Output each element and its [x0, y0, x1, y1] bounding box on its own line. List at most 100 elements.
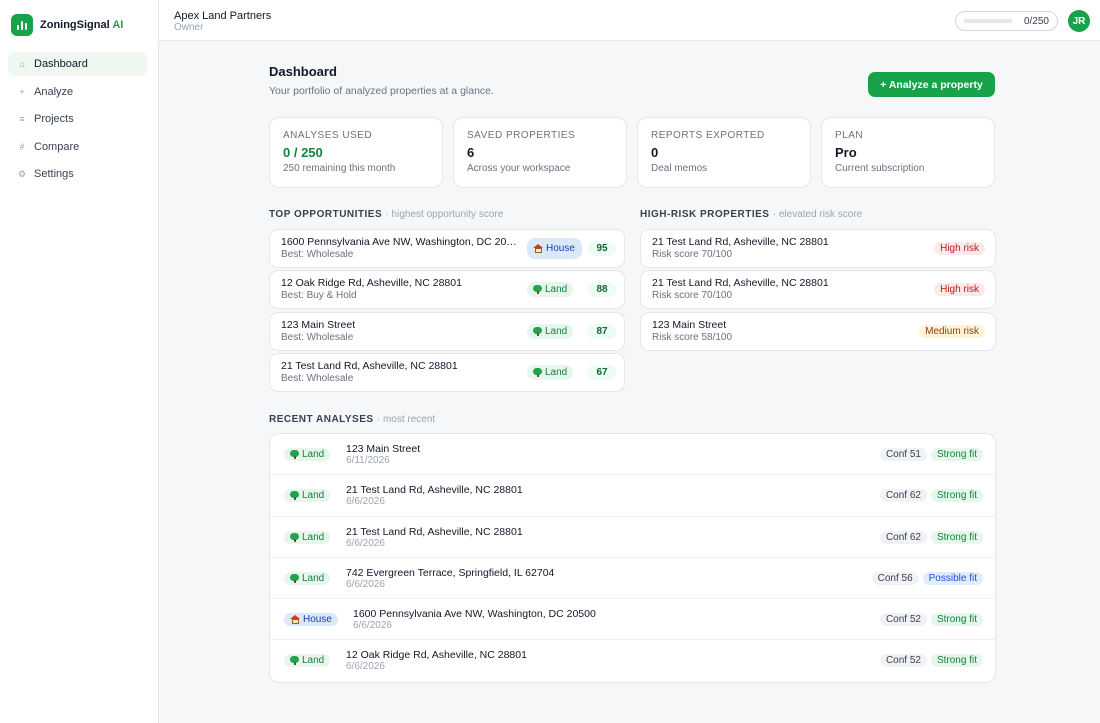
- property-type-label: Land: [302, 531, 325, 543]
- avatar[interactable]: JR: [1068, 10, 1090, 32]
- recent-tags: Conf 52 Strong fit: [879, 654, 983, 668]
- property-type-badge: House: [527, 238, 582, 259]
- home-icon: ⌂: [19, 59, 25, 69]
- high-risk-title: High-risk properties: [640, 209, 770, 220]
- analyze-property-button[interactable]: + Analyze a property: [868, 72, 995, 97]
- recent-date: 6/11/2026: [346, 455, 390, 466]
- top-opportunities-title: Top opportunities: [269, 209, 383, 220]
- risk-level-badge: High risk: [934, 283, 985, 297]
- opportunity-score: 67: [588, 364, 616, 380]
- sidebar-item-label: Dashboard: [34, 58, 88, 70]
- property-type-label: House: [303, 614, 332, 626]
- stat-label: Reports exported: [651, 130, 765, 141]
- recent-analysis-row[interactable]: Land 742 Evergreen Terrace, Springfield, …: [270, 558, 995, 600]
- recent-address: 12 Oak Ridge Rd, Asheville, NC 28801: [346, 649, 527, 662]
- opportunity-card[interactable]: 21 Test Land Rd, Asheville, NC 28801 Best…: [269, 352, 625, 392]
- confidence-badge: Conf 62: [879, 530, 927, 544]
- recent-analysis-row[interactable]: Land 123 Main Street 6/11/2026 Conf 51 Stron…: [270, 434, 995, 476]
- recent-address: 742 Evergreen Terrace, Springfield, IL 6…: [346, 566, 555, 579]
- property-type-badge: Land: [284, 571, 331, 585]
- risk-card[interactable]: 21 Test Land Rd, Asheville, NC 28801 Risk…: [640, 270, 996, 310]
- stat-card: Reports exported 0 Deal memos: [637, 117, 811, 188]
- sidebar-item-label: Projects: [34, 113, 74, 125]
- topbar: Apex Land Partners Owner 0/250 JR: [159, 0, 1100, 41]
- tree-icon: [290, 532, 299, 542]
- recent-analysis-row[interactable]: Land 21 Test Land Rd, Asheville, NC 28801…: [270, 517, 995, 558]
- opportunity-card[interactable]: 1600 Pennsylvania Ave NW, Washington, DC…: [269, 229, 625, 268]
- top-opportunities-heading: Top opportunities · highest opportunity …: [269, 209, 503, 220]
- confidence-badge: Conf 52: [879, 613, 927, 627]
- tree-icon: [533, 367, 542, 377]
- property-type-label: Land: [302, 655, 325, 667]
- recent-date: 6/6/2026: [353, 620, 392, 632]
- risk-card[interactable]: 21 Test Land Rd, Asheville, NC 28801 Risk…: [640, 229, 996, 268]
- fit-badge: Strong fit: [930, 530, 983, 544]
- risk-address: 123 Main Street: [652, 318, 727, 331]
- stats-row: Analyses used 0 / 250 250 remaining this m…: [269, 117, 996, 188]
- sidebar-item-label: Compare: [34, 140, 80, 153]
- brand[interactable]: ZoningSignal AI: [0, 0, 158, 50]
- sidebar-item-label: Settings: [34, 168, 74, 180]
- confidence-badge: Conf 52: [879, 654, 927, 668]
- property-type-badge: House: [284, 613, 338, 627]
- sidebar-nav: ⌂ Dashboard + Analyze ≡ Projects # Compare ⚙ Sett…: [0, 52, 158, 186]
- opportunity-card[interactable]: 123 Main Street Best: Wholesale Land 87: [269, 311, 625, 351]
- tree-icon: [290, 573, 299, 583]
- sidebar-item-settings[interactable]: ⚙ Settings: [8, 162, 147, 186]
- recent-analysis-row[interactable]: Land 21 Test Land Rd, Asheville, NC 28801…: [270, 475, 995, 517]
- property-type-label: Land: [302, 572, 325, 584]
- risk-card[interactable]: 123 Main Street Risk score 58/100 Medium r…: [640, 311, 996, 351]
- sidebar-item-analyze[interactable]: + Analyze: [8, 80, 147, 104]
- house-icon: [533, 244, 543, 253]
- fit-badge: Strong fit: [930, 613, 983, 627]
- sidebar-item-label: Analyze: [34, 85, 74, 98]
- recent-date: 6/6/2026: [346, 496, 385, 508]
- fit-badge: Possible fit: [922, 571, 983, 585]
- confidence-badge: Conf 62: [879, 489, 927, 503]
- recent-analyses-list: Land 123 Main Street 6/11/2026 Conf 51 Stron…: [269, 433, 996, 683]
- page-subtitle: Your portfolio of analyzed properties at…: [269, 85, 494, 97]
- org-role: Owner: [174, 22, 204, 33]
- usage-meter[interactable]: 0/250: [955, 11, 1058, 31]
- stat-label: Saved properties: [467, 130, 576, 141]
- stat-card: Analyses used 0 / 250 250 remaining this m…: [269, 117, 443, 188]
- list-icon: ≡: [19, 114, 25, 124]
- house-icon: [290, 615, 300, 625]
- recent-address: 21 Test Land Rd, Asheville, NC 28801: [346, 484, 523, 497]
- recent-analyses-heading: Recent analyses · most recent: [269, 414, 435, 425]
- high-risk-list: 21 Test Land Rd, Asheville, NC 28801 Risk…: [640, 229, 996, 353]
- bar-chart-icon: [11, 14, 33, 36]
- confidence-badge: Conf 51: [879, 448, 927, 461]
- sidebar-item-dashboard[interactable]: ⌂ Dashboard: [8, 52, 147, 76]
- stat-card: Saved properties 6 Across your workspace: [453, 117, 627, 188]
- opportunity-address: 21 Test Land Rd, Asheville, NC 28801: [281, 359, 458, 372]
- stat-value: 0: [651, 145, 659, 160]
- opportunity-address: 123 Main Street: [281, 318, 356, 331]
- property-type-badge: Land: [284, 654, 331, 668]
- stat-value: Pro: [835, 145, 857, 160]
- recent-analysis-row[interactable]: House 1600 Pennsylvania Ave NW, Washingto…: [270, 599, 995, 641]
- high-risk-hint: · elevated risk score: [772, 209, 863, 220]
- recent-tags: Conf 62 Strong fit: [879, 530, 983, 544]
- recent-address: 1600 Pennsylvania Ave NW, Washington, DC…: [353, 608, 596, 621]
- property-type-label: House: [546, 243, 575, 254]
- plus-icon: +: [19, 86, 25, 97]
- top-opportunities-hint: · highest opportunity score: [385, 209, 504, 220]
- org-name[interactable]: Apex Land Partners: [174, 10, 271, 22]
- fit-badge: Strong fit: [930, 448, 983, 461]
- stat-label: Analyses used: [283, 130, 373, 141]
- property-type-badge: Land: [284, 448, 331, 461]
- recent-tags: Conf 56 Possible fit: [871, 571, 983, 585]
- recent-tags: Conf 52 Strong fit: [879, 613, 983, 627]
- brand-name-text: ZoningSignal: [40, 19, 110, 31]
- sidebar-item-compare[interactable]: # Compare: [8, 135, 147, 159]
- opportunity-score: 95: [588, 241, 616, 256]
- tree-icon: [533, 285, 542, 295]
- recent-analysis-row[interactable]: Land 12 Oak Ridge Rd, Asheville, NC 28801…: [270, 640, 995, 681]
- sidebar-item-projects[interactable]: ≡ Projects: [8, 107, 147, 131]
- recent-tags: Conf 51 Strong fit: [879, 448, 983, 461]
- property-type-label: Land: [545, 284, 568, 296]
- tree-icon: [290, 656, 299, 666]
- stat-card: Plan Pro Current subscription: [821, 117, 995, 188]
- opportunity-card[interactable]: 12 Oak Ridge Rd, Asheville, NC 28801 Best…: [269, 270, 625, 310]
